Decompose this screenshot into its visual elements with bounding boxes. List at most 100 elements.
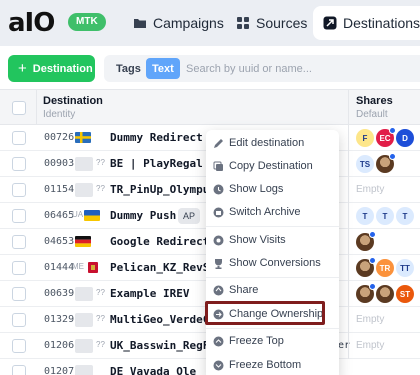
column-header-shares[interactable]: Shares [356, 95, 393, 107]
tab-destinations[interactable]: Destinations [313, 6, 420, 40]
table-header: Destination Identity Shares Default [0, 89, 420, 126]
share-avatar[interactable]: F [356, 129, 374, 147]
shares-empty: Empty [356, 314, 385, 325]
flag-ukraine-icon [84, 210, 100, 221]
tab-campaigns[interactable]: Campaigns [133, 9, 224, 37]
row-shares: F EC D [356, 127, 414, 148]
row-name[interactable]: Google Redirect [110, 235, 209, 248]
share-avatar[interactable]: TR [376, 259, 394, 277]
row-country-code: ?? [96, 340, 105, 349]
menu-item-show-visits[interactable]: Show Visits [206, 229, 339, 251]
share-avatar[interactable]: TS [356, 155, 374, 173]
row-shares: ST [356, 283, 414, 304]
destination-icon [323, 16, 337, 30]
column-header-destination[interactable]: Destination [43, 95, 103, 107]
column-subheader-default: Default [356, 109, 388, 120]
logs-icon [213, 184, 224, 194]
row-checkbox[interactable] [12, 261, 26, 275]
row-checkbox[interactable] [12, 313, 26, 327]
row-name[interactable]: TR_PinUp_Olympus [110, 183, 216, 196]
share-avatar[interactable]: ST [396, 285, 414, 303]
menu-item-switch-archive[interactable]: Switch Archive [206, 201, 339, 223]
row-checkbox[interactable] [12, 365, 26, 375]
column-divider [348, 255, 349, 281]
archive-icon [213, 207, 224, 217]
freeze-top-icon [213, 336, 224, 346]
menu-item-freeze-top[interactable]: Freeze Top [206, 330, 339, 352]
share-avatar-photo[interactable] [356, 283, 376, 303]
menu-item-edit-destination[interactable]: Edit destination [206, 132, 339, 154]
add-destination-label: Destination [32, 62, 93, 75]
tab-campaigns-label: Campaigns [153, 15, 224, 31]
share-avatar[interactable]: D [396, 129, 414, 147]
change-ownership-highlight [205, 301, 325, 325]
row-country-code: ?? [96, 288, 105, 297]
flag-placeholder [75, 365, 93, 375]
row-name[interactable]: Dummy Push [110, 209, 176, 222]
row-name[interactable]: BE | PlayRegal | [110, 157, 216, 170]
copy-icon [213, 161, 223, 171]
add-destination-button[interactable]: + Destination [8, 55, 95, 82]
menu-separator [206, 226, 339, 227]
visits-icon [213, 235, 224, 245]
share-avatar-photo[interactable] [376, 153, 396, 173]
top-navigation: aIO MTK Campaigns Sources Destinations [0, 0, 420, 46]
row-checkbox[interactable] [12, 157, 26, 171]
row-name[interactable]: Example IREV [110, 287, 189, 300]
row-shares: TS [356, 153, 396, 174]
column-divider [348, 333, 349, 359]
column-subheader-identity: Identity [43, 109, 76, 120]
search-mode-text[interactable]: Text [146, 58, 180, 79]
flag-sweden-icon [75, 132, 91, 143]
menu-item-show-conversions[interactable]: Show Conversions [206, 252, 339, 274]
pencil-icon [214, 138, 223, 148]
row-id: 00639 [44, 288, 75, 299]
column-divider [348, 229, 349, 255]
shares-empty: Empty [356, 184, 385, 195]
row-tag-chip[interactable]: AP [178, 208, 201, 224]
select-all-checkbox[interactable] [12, 101, 26, 115]
row-id: 00726 [44, 132, 75, 143]
shares-empty: Empty [356, 340, 385, 351]
tab-sources[interactable]: Sources [236, 9, 307, 37]
app-logo[interactable]: aIO [8, 9, 55, 37]
search-mode-tags[interactable]: Tags [110, 58, 147, 79]
column-divider [348, 203, 349, 229]
row-country-code: ?? [96, 184, 105, 193]
menu-item-copy-destination[interactable]: Copy Destination [206, 155, 339, 177]
flag-placeholder [75, 157, 93, 171]
flag-germany-icon [75, 236, 91, 247]
share-avatar-photo[interactable] [376, 285, 394, 303]
search-input[interactable] [186, 58, 416, 79]
share-avatar[interactable]: EC [376, 127, 396, 147]
tab-destinations-label: Destinations [343, 15, 420, 31]
share-avatar[interactable]: T [376, 207, 394, 225]
row-shares [356, 231, 376, 252]
row-id: 01206 [44, 340, 75, 351]
share-avatar[interactable]: T [396, 207, 414, 225]
share-avatar-photo[interactable] [356, 231, 376, 251]
row-checkbox[interactable] [12, 339, 26, 353]
column-divider [36, 90, 37, 126]
row-id: 01154 [44, 184, 75, 195]
row-checkbox[interactable] [12, 209, 26, 223]
tab-sources-label: Sources [256, 15, 308, 31]
menu-item-share[interactable]: Share [206, 279, 339, 301]
menu-item-freeze-bottom[interactable]: Freeze Bottom [206, 354, 339, 375]
row-name[interactable]: DE_Vavada_Ole [110, 365, 196, 375]
row-shares: TR TT [356, 257, 414, 278]
row-name[interactable]: Dummy Redirect [110, 131, 203, 144]
row-id: 04653 [44, 236, 75, 247]
workspace-badge[interactable]: MTK [68, 13, 106, 31]
share-avatar[interactable]: TT [396, 259, 414, 277]
share-avatar[interactable]: T [356, 207, 374, 225]
row-checkbox[interactable] [12, 235, 26, 249]
row-checkbox[interactable] [12, 287, 26, 301]
column-divider [348, 307, 349, 333]
row-checkbox[interactable] [12, 131, 26, 145]
row-country-code: ?? [96, 314, 105, 323]
menu-item-show-logs[interactable]: Show Logs [206, 178, 339, 200]
row-checkbox[interactable] [12, 183, 26, 197]
share-avatar-photo[interactable] [356, 257, 376, 277]
row-country-code: ME [72, 262, 84, 271]
